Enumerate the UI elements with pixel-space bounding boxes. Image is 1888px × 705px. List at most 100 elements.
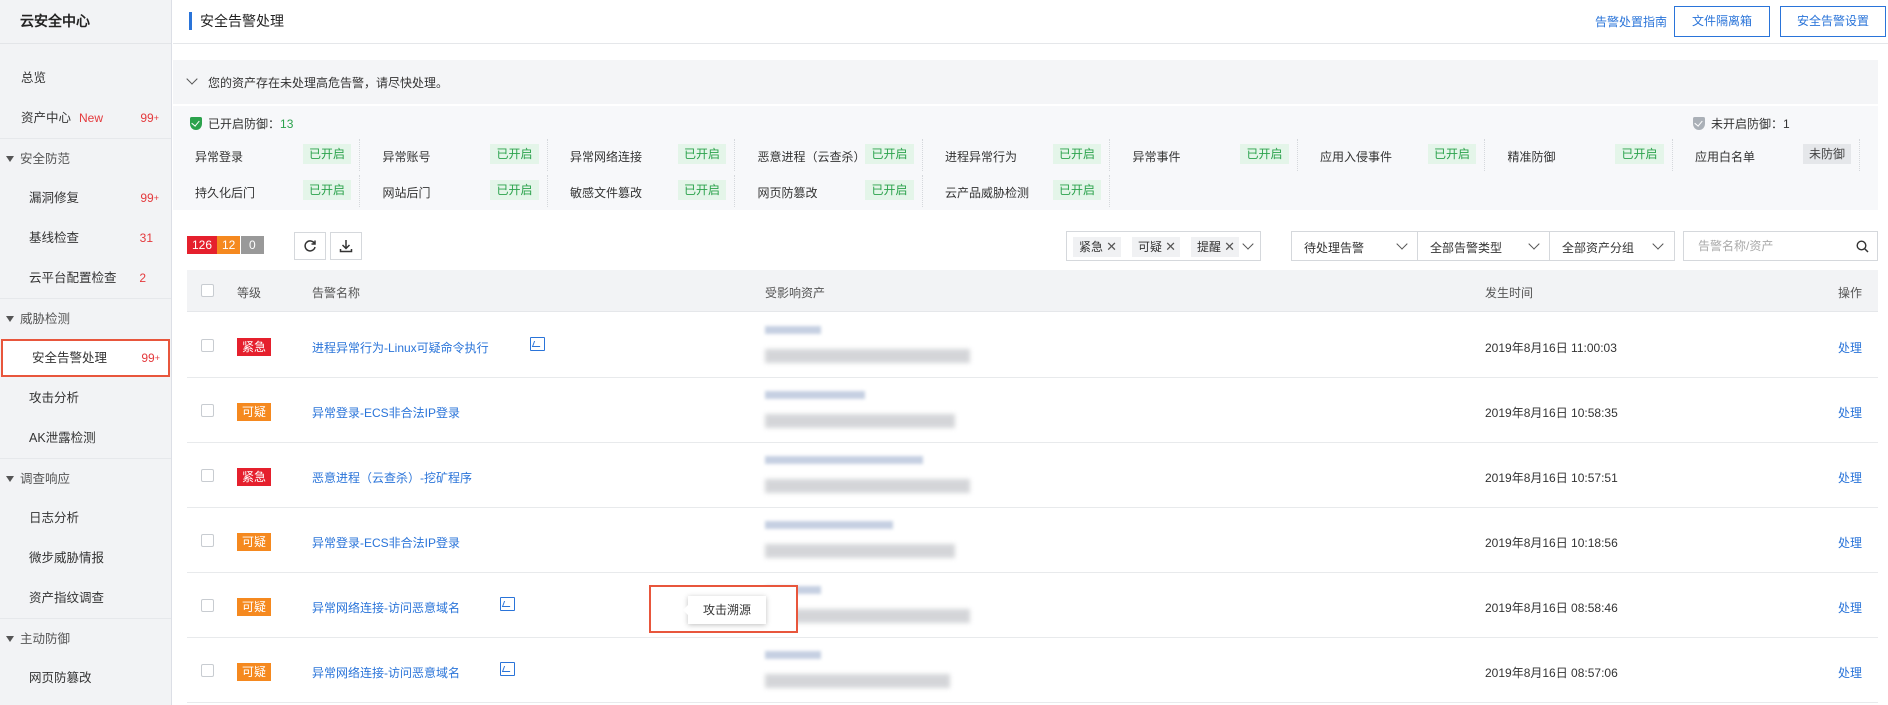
tag-label: 紧急 [1079, 240, 1104, 254]
type-select[interactable]: 全部告警类型 [1417, 231, 1551, 261]
table-row[interactable]: 可疑 异常网络连接-访问恶意域名 2019年8月16日 08:57:06 处理 [187, 638, 1878, 703]
close-icon[interactable]: ✕ [1224, 237, 1235, 257]
protection-item: 异常登录 已开启 [173, 139, 360, 171]
protection-status-badge[interactable]: 已开启 [490, 180, 539, 200]
row-checkbox[interactable] [201, 404, 214, 417]
sidebar-group-active[interactable]: 主动防御 [0, 618, 171, 658]
alert-name-link[interactable]: 异常网络连接-访问恶意域名 [312, 599, 460, 616]
row-checkbox[interactable] [201, 534, 214, 547]
attack-trace-icon[interactable] [500, 662, 515, 676]
sidebar-item-vuln[interactable]: 漏洞修复 99 [0, 178, 171, 218]
reminder-count-badge[interactable]: 0 [241, 236, 264, 254]
select-all-checkbox[interactable] [201, 284, 214, 297]
sidebar-item-label: 资产指纹调查 [29, 591, 105, 605]
sidebar-item-attack[interactable]: 攻击分析 [0, 378, 171, 418]
asset-ip-blurred [765, 674, 950, 688]
sidebar-item-ak[interactable]: AK泄露检测 [0, 418, 171, 458]
quarantine-button[interactable]: 文件隔离箱 [1674, 6, 1770, 37]
sidebar-item-intel[interactable]: 微步威胁情报 [0, 538, 171, 578]
sidebar-item-cloud-config[interactable]: 云平台配置检查 2 [0, 258, 171, 298]
handle-link[interactable]: 处理 [1838, 404, 1862, 421]
row-checkbox[interactable] [201, 664, 214, 677]
download-button[interactable] [330, 232, 362, 260]
protection-status-badge[interactable]: 已开启 [302, 144, 351, 164]
sidebar-group-defense[interactable]: 安全防范 [0, 138, 171, 178]
handle-link[interactable]: 处理 [1838, 339, 1862, 356]
row-checkbox[interactable] [201, 599, 214, 612]
sidebar-item-baseline[interactable]: 基线检查 31 [0, 218, 171, 258]
attack-trace-icon[interactable] [530, 337, 545, 351]
row-checkbox[interactable] [201, 339, 214, 352]
row-checkbox[interactable] [201, 469, 214, 482]
protection-status-badge[interactable]: 已开启 [1240, 144, 1289, 164]
sidebar-count: 99 [141, 341, 160, 375]
protection-status-badge[interactable]: 已开启 [865, 180, 914, 200]
table-row[interactable]: 可疑 异常网络连接-访问恶意域名 2019年8月16日 08:58:46 处理 [187, 573, 1878, 638]
chevron-down-icon[interactable] [186, 73, 198, 85]
search-icon[interactable] [1856, 240, 1869, 253]
table-row[interactable]: 可疑 异常登录-ECS非合法IP登录 2019年8月16日 10:58:35 处理 [187, 378, 1878, 443]
protection-status-badge[interactable]: 已开启 [490, 144, 539, 164]
alert-name-link[interactable]: 异常登录-ECS非合法IP登录 [312, 534, 460, 551]
urgent-count-badge[interactable]: 126 [187, 236, 218, 254]
sidebar-count: 31 [139, 231, 153, 245]
handle-link[interactable]: 处理 [1838, 599, 1862, 616]
protection-status-badge[interactable]: 已开启 [865, 144, 914, 164]
search-box[interactable] [1683, 231, 1878, 261]
protection-item: 网页防篡改 已开启 [736, 175, 923, 207]
protection-status-badge[interactable]: 已开启 [1427, 144, 1476, 164]
group-select[interactable]: 全部资产分组 [1549, 231, 1675, 261]
handle-link[interactable]: 处理 [1838, 469, 1862, 486]
level-tag[interactable]: 提醒 ✕ [1191, 237, 1240, 257]
asset-name-blurred [765, 521, 893, 529]
column-asset: 受影响资产 [765, 286, 826, 300]
status-select[interactable]: 待处理告警 [1291, 231, 1419, 261]
level-badge: 紧急 [237, 468, 272, 486]
handle-link[interactable]: 处理 [1838, 664, 1862, 681]
protection-status-badge[interactable]: 未防御 [1802, 144, 1851, 164]
protection-status-badge[interactable]: 已开启 [1052, 180, 1101, 200]
sidebar-item-overview[interactable]: 总览 [0, 58, 171, 98]
sidebar-item-alert[interactable]: 安全告警处理 99 [1, 339, 170, 377]
level-badge: 可疑 [237, 663, 272, 681]
sidebar-item-label: 微步威胁情报 [29, 551, 105, 565]
disabled-count: 1 [1783, 117, 1790, 131]
level-filter[interactable]: 紧急 ✕ 可疑 ✕ 提醒 ✕ [1066, 231, 1261, 261]
sidebar-group-threat[interactable]: 威胁检测 [0, 298, 171, 338]
alert-name-link[interactable]: 进程异常行为-Linux可疑命令执行 [312, 339, 489, 356]
table-row[interactable]: 可疑 异常登录-ECS非合法IP登录 2019年8月16日 10:18:56 处理 [187, 508, 1878, 573]
sidebar-item-asset-center[interactable]: 资产中心 New 99 [0, 98, 171, 138]
sidebar-group-response[interactable]: 调查响应 [0, 458, 171, 498]
refresh-button[interactable] [294, 232, 326, 260]
protection-disabled: 未开启防御：1 [1693, 115, 1790, 132]
alert-time: 2019年8月16日 10:57:51 [1485, 471, 1618, 485]
suspect-count-badge[interactable]: 12 [217, 236, 241, 254]
protection-status-badge[interactable]: 已开启 [1052, 144, 1101, 164]
sidebar-item-tamper[interactable]: 网页防篡改 [0, 658, 171, 698]
protection-item-name: 网站后门 [382, 186, 431, 200]
level-tag[interactable]: 可疑 ✕ [1132, 237, 1181, 257]
close-icon[interactable]: ✕ [1106, 237, 1117, 257]
close-icon[interactable]: ✕ [1165, 237, 1176, 257]
notice-bar[interactable]: 您的资产存在未处理高危告警，请尽快处理。 [173, 60, 1878, 104]
protection-status-badge[interactable]: 已开启 [677, 180, 726, 200]
alert-settings-button[interactable]: 安全告警设置 [1780, 6, 1886, 37]
protection-status-badge[interactable]: 已开启 [677, 144, 726, 164]
handle-link[interactable]: 处理 [1838, 534, 1862, 551]
shield-check-icon [1693, 117, 1705, 130]
sidebar-item-label: 网页防篡改 [29, 671, 92, 685]
alert-name-link[interactable]: 恶意进程（云查杀）-挖矿程序 [312, 469, 472, 486]
table-row[interactable]: 紧急 进程异常行为-Linux可疑命令执行 2019年8月16日 11:00:03 处… [187, 313, 1878, 378]
level-tag[interactable]: 紧急 ✕ [1073, 237, 1122, 257]
guide-link[interactable]: 告警处置指南 [1595, 13, 1667, 30]
alert-name-link[interactable]: 异常网络连接-访问恶意域名 [312, 664, 460, 681]
protection-status-badge[interactable]: 已开启 [302, 180, 351, 200]
table-row[interactable]: 紧急 恶意进程（云查杀）-挖矿程序 2019年8月16日 10:57:51 处理 [187, 443, 1878, 508]
enabled-label: 已开启防御： [208, 117, 281, 131]
attack-trace-icon[interactable] [500, 597, 515, 611]
search-input[interactable] [1698, 238, 1848, 254]
sidebar-item-fingerprint[interactable]: 资产指纹调查 [0, 578, 171, 618]
alert-name-link[interactable]: 异常登录-ECS非合法IP登录 [312, 404, 460, 421]
protection-status-badge[interactable]: 已开启 [1615, 144, 1664, 164]
sidebar-item-log[interactable]: 日志分析 [0, 498, 171, 538]
